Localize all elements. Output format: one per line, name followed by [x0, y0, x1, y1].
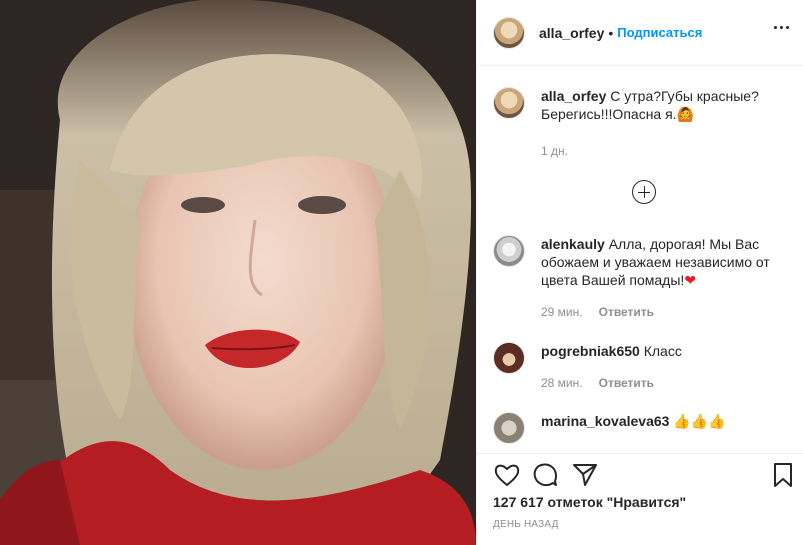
comment-username[interactable]: alenkauly [541, 236, 605, 252]
commenter-avatar[interactable] [493, 412, 525, 444]
post-date[interactable]: ДЕНЬ НАЗАД [493, 519, 559, 530]
author-avatar[interactable] [493, 87, 525, 119]
comment-time[interactable]: 28 мин. [541, 374, 583, 392]
separator-dot: • [608, 24, 614, 41]
caption: alla_orfey С утра?Губы красные? Берегись… [493, 87, 789, 160]
paper-plane-icon[interactable] [571, 461, 599, 489]
comment-username[interactable]: marina_kovaleva63 [541, 413, 669, 429]
comment-item: pogrebniak650 Класс 28 мин. Ответить [493, 342, 789, 392]
author-username[interactable]: alla_orfey [539, 25, 604, 41]
caption-username[interactable]: alla_orfey [541, 88, 606, 104]
reply-button[interactable]: Ответить [599, 374, 654, 392]
comment-icon[interactable] [531, 461, 559, 489]
comment-item: marina_kovaleva63 👍👍👍 [493, 412, 789, 444]
actions-section: 127 617 отметок "Нравится" ДЕНЬ НАЗАД [477, 453, 803, 545]
reply-button[interactable]: Ответить [599, 303, 654, 321]
post-photo[interactable] [0, 0, 476, 545]
post-header: alla_orfey • Подписаться [477, 0, 803, 66]
comment-item: alenkauly Алла, дорогая! Мы Вас обожаем … [493, 235, 789, 321]
comment-time[interactable]: 29 мин. [541, 303, 583, 321]
comments-list[interactable]: alla_orfey С утра?Губы красные? Берегись… [477, 67, 803, 453]
portrait-image [0, 0, 476, 545]
post-panel: alla_orfey • Подписаться alla_orfey С ут… [476, 0, 803, 545]
plus-circle-icon[interactable] [632, 180, 656, 204]
author-avatar[interactable] [493, 16, 525, 49]
likes-count[interactable]: 127 617 отметок "Нравится" [493, 494, 686, 510]
comment-text: 👍👍👍 [673, 413, 726, 429]
comment-username[interactable]: pogrebniak650 [541, 343, 640, 359]
caption-emoji: 🙆 [676, 106, 695, 122]
heart-icon[interactable] [493, 461, 521, 489]
commenter-avatar[interactable] [493, 235, 525, 267]
heart-emoji: ❤ [684, 272, 697, 288]
follow-button[interactable]: Подписаться [617, 25, 702, 40]
comment-text: Класс [643, 343, 682, 359]
more-options-icon[interactable] [774, 26, 789, 29]
action-icons [493, 461, 797, 489]
caption-time[interactable]: 1 дн. [541, 142, 568, 160]
commenter-avatar[interactable] [493, 342, 525, 374]
bookmark-icon[interactable] [769, 461, 797, 489]
